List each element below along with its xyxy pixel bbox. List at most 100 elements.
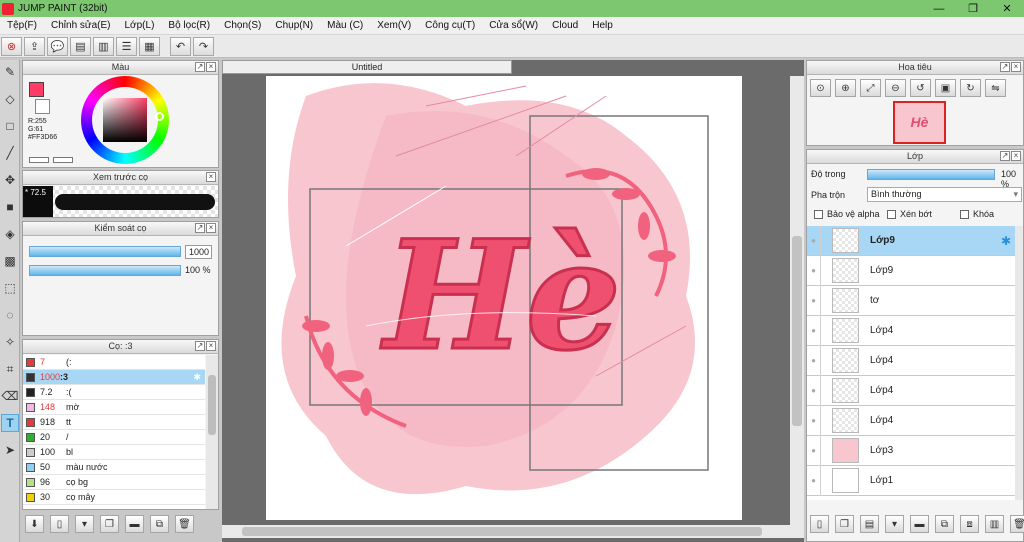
brush-item[interactable]: 96 cọ bg [23, 475, 205, 490]
select-tool-icon[interactable]: ⬚ [1, 279, 19, 297]
navigator-thumbnail[interactable]: Hè [893, 101, 946, 144]
new-layer-icon[interactable]: ▯ [810, 515, 829, 533]
layer-settings-icon[interactable]: ▥ [985, 515, 1004, 533]
menu-filter[interactable]: Bộ lọc(R) [161, 20, 217, 31]
menu-layer[interactable]: Lớp(L) [118, 20, 162, 31]
float-icon[interactable]: ↗ [1000, 151, 1010, 161]
menu-view[interactable]: Xem(V) [370, 20, 418, 31]
secondary-color-swatch[interactable] [35, 99, 50, 114]
new-file-icon[interactable]: ▤ [860, 515, 879, 533]
fill-shape-tool-icon[interactable]: ■ [1, 198, 19, 216]
visibility-icon[interactable]: ● [807, 285, 821, 316]
hue-marker[interactable] [155, 112, 164, 121]
close-icon[interactable]: × [206, 172, 216, 182]
folder-icon[interactable]: ▬ [125, 515, 144, 533]
duplicate-icon[interactable]: ⧈ [960, 515, 979, 533]
color-wheel[interactable] [81, 76, 169, 164]
visibility-icon[interactable]: ● [807, 465, 821, 496]
brush-item[interactable]: 30 cọ mây [23, 490, 205, 505]
close-icon[interactable]: × [206, 62, 216, 72]
zoom-in-icon[interactable]: ⊕ [835, 79, 856, 97]
actual-size-icon[interactable]: ▣ [935, 79, 956, 97]
brush-item[interactable]: 20 / [23, 430, 205, 445]
brush-list-scrollbar[interactable] [206, 355, 218, 509]
menu-window[interactable]: Cửa sổ(W) [482, 20, 545, 31]
select-pen-tool-icon[interactable]: ⌗ [1, 360, 19, 378]
folder-icon[interactable]: ▬ [910, 515, 929, 533]
brush-item[interactable]: 7.2:( [23, 385, 205, 400]
layer-item[interactable]: ● Lớp9 [807, 255, 1015, 286]
canvas-vertical-scrollbar[interactable] [790, 76, 804, 525]
layer-item[interactable]: ● Lớp4 [807, 345, 1015, 376]
new-brush-icon[interactable]: ▯ [50, 515, 69, 533]
comment-icon[interactable]: 💬 [47, 36, 68, 56]
panel-icon[interactable]: ▤ [70, 36, 91, 56]
zoom-fit-icon[interactable]: ⊙ [810, 79, 831, 97]
color-square[interactable] [103, 98, 147, 142]
bucket-tool-icon[interactable]: ◈ [1, 225, 19, 243]
delete-brush-icon[interactable]: 🗑 [175, 515, 194, 533]
document-icon[interactable]: ▥ [93, 36, 114, 56]
float-icon[interactable]: ↗ [195, 341, 205, 351]
color-option-button[interactable] [29, 157, 49, 163]
canvas-horizontal-scrollbar[interactable] [222, 525, 804, 538]
document-tab[interactable]: Untitled [222, 60, 512, 74]
visibility-icon[interactable]: ● [807, 375, 821, 406]
brush-opacity-slider[interactable] [29, 265, 181, 276]
delete-layer-icon[interactable]: 🗑 [1010, 515, 1024, 533]
layer-item[interactable]: ● Lớp4 [807, 375, 1015, 406]
layer-item[interactable]: ● Lớp4 [807, 405, 1015, 436]
close-icon[interactable]: × [1011, 151, 1021, 161]
export-icon[interactable]: ⇪ [24, 36, 45, 56]
float-icon[interactable]: ↗ [1000, 62, 1010, 72]
clear-icon[interactable]: ⊗ [1, 36, 22, 56]
menu-select[interactable]: Chọn(S) [217, 20, 268, 31]
clip-checkbox[interactable]: Xén bớt [887, 209, 932, 220]
brush-item[interactable]: 50 màu nước [23, 460, 205, 475]
rotate-left-icon[interactable]: ↺ [910, 79, 931, 97]
lasso-tool-icon[interactable]: ◌ [1, 306, 19, 324]
primary-color-swatch[interactable] [29, 82, 44, 97]
layer-item[interactable]: ● Lớp3 [807, 435, 1015, 466]
rotate-right-icon[interactable]: ↻ [960, 79, 981, 97]
maximize-button[interactable]: ❐ [956, 0, 990, 17]
layer-opacity-slider[interactable] [867, 169, 995, 180]
grid-icon[interactable]: ▦ [139, 36, 160, 56]
close-icon[interactable]: × [1011, 62, 1021, 72]
brush-download-icon[interactable]: ⬇ [25, 515, 44, 533]
blend-mode-select[interactable]: Bình thường ▾ [867, 187, 1022, 202]
eraser-tool-icon[interactable]: ◇ [1, 90, 19, 108]
menu-tools[interactable]: Công cụ(T) [418, 20, 482, 31]
brush-item[interactable]: 100 bl [23, 445, 205, 460]
rectangle-tool-icon[interactable]: □ [1, 117, 19, 135]
visibility-icon[interactable]: ● [807, 345, 821, 376]
pen-tool-icon[interactable]: ╱ [1, 144, 19, 162]
float-icon[interactable]: ↗ [195, 223, 205, 233]
brush-size-input[interactable]: 1000 [185, 245, 212, 259]
duplicate-icon[interactable]: ⧉ [150, 515, 169, 533]
gear-icon[interactable]: ✱ [193, 370, 201, 385]
new-layer-copy-icon[interactable]: ❐ [835, 515, 854, 533]
fit-screen-icon[interactable]: ⤢ [860, 79, 881, 97]
menu-color[interactable]: Màu (C) [320, 20, 370, 31]
close-icon[interactable]: × [206, 223, 216, 233]
merge-icon[interactable]: ⧉ [935, 515, 954, 533]
float-icon[interactable]: ↗ [195, 62, 205, 72]
protect-alpha-checkbox[interactable]: Bảo vệ alpha [814, 209, 880, 220]
visibility-icon[interactable]: ● [807, 255, 821, 286]
layer-item[interactable]: ● tơ [807, 285, 1015, 316]
gear-icon[interactable]: ✱ [1001, 234, 1011, 248]
zoom-out-icon[interactable]: ⊖ [885, 79, 906, 97]
menu-capture[interactable]: Chụp(N) [268, 20, 320, 31]
undo-icon[interactable]: ↶ [170, 36, 191, 56]
visibility-icon[interactable]: ● [807, 315, 821, 346]
visibility-icon[interactable]: ● [807, 435, 821, 466]
select-eraser-tool-icon[interactable]: ⌫ [1, 387, 19, 405]
menu-cloud[interactable]: Cloud [545, 20, 585, 31]
layer-list-scrollbar[interactable] [1015, 226, 1023, 500]
text-tool-icon[interactable]: T [1, 414, 19, 432]
copy-brush-icon[interactable]: ❐ [100, 515, 119, 533]
minimize-button[interactable]: — [922, 0, 956, 17]
menu-help[interactable]: Help [585, 20, 620, 31]
add-layer-dropdown-icon[interactable]: ▾ [885, 515, 904, 533]
